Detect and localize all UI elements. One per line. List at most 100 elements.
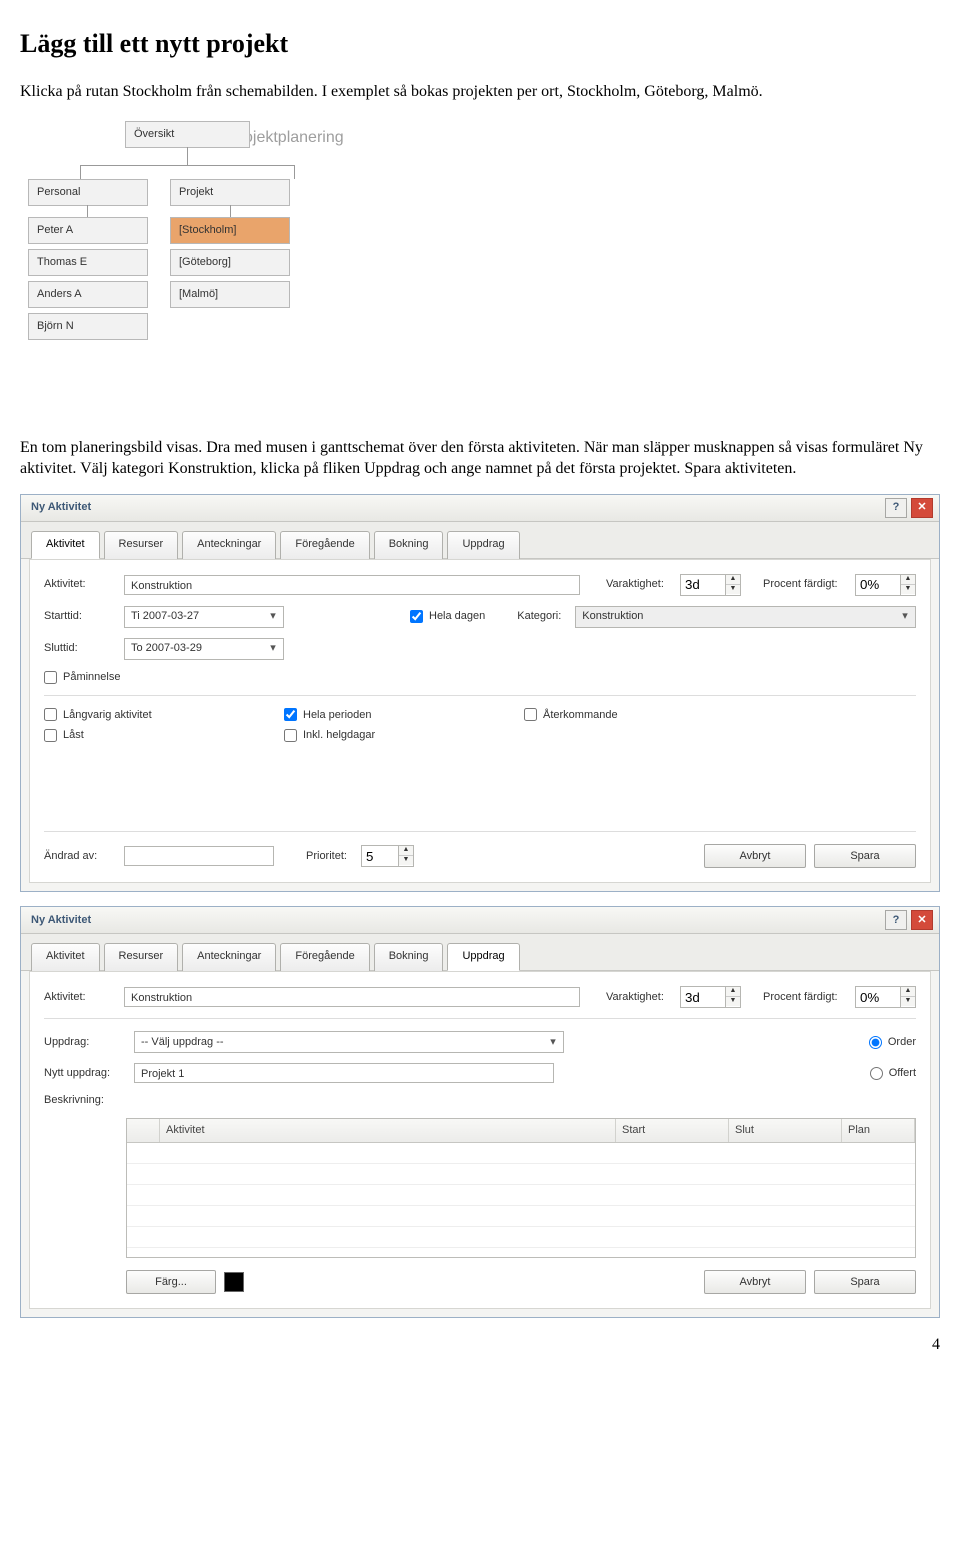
dialog-title: Ny Aktivitet (31, 500, 91, 515)
chevron-down-icon: ▾ (265, 641, 281, 656)
checkbox-paminnelse-input[interactable] (44, 671, 57, 684)
tab-uppdrag[interactable]: Uppdrag (447, 531, 519, 559)
tab-anteckningar[interactable]: Anteckningar (182, 531, 276, 559)
save-button[interactable]: Spara (814, 1270, 916, 1294)
checkbox-hela-dagen-input[interactable] (410, 610, 423, 623)
checkbox-last-input[interactable] (44, 729, 57, 742)
checkbox-hela-perioden-input[interactable] (284, 708, 297, 721)
tab-anteckningar[interactable]: Anteckningar (182, 943, 276, 971)
tab-aktivitet[interactable]: Aktivitet (31, 531, 100, 559)
checkbox-inkl-helg-input[interactable] (284, 729, 297, 742)
spinner-varaktighet-input[interactable] (680, 574, 726, 596)
page-number: 4 (20, 1334, 940, 1356)
checkbox-inkl-helg-label: Inkl. helgdagar (303, 728, 375, 743)
select-starttid-value: Ti 2007-03-27 (131, 609, 199, 624)
tab-resurser[interactable]: Resurser (104, 943, 179, 971)
separator (44, 695, 916, 696)
checkbox-hela-dagen[interactable]: Hela dagen (410, 609, 485, 624)
schema-item-malmo[interactable]: [Malmö] (170, 281, 290, 308)
checkbox-last-label: Låst (63, 728, 84, 743)
radio-order-input[interactable] (869, 1036, 882, 1049)
spinner-procent-input[interactable] (855, 986, 901, 1008)
spinner-down-icon[interactable]: ▼ (901, 585, 915, 594)
select-uppdrag[interactable]: -- Välj uppdrag -- ▾ (134, 1031, 564, 1053)
spinner-up-icon[interactable]: ▲ (399, 846, 413, 856)
checkbox-aterkommande[interactable]: Återkommande (524, 708, 674, 723)
radio-offert[interactable]: Offert (870, 1066, 916, 1081)
spinner-procent[interactable]: ▲▼ (855, 574, 916, 596)
save-button[interactable]: Spara (814, 844, 916, 868)
tab-bokning[interactable]: Bokning (374, 531, 444, 559)
spinner-varaktighet[interactable]: ▲▼ (680, 986, 741, 1008)
select-sluttid[interactable]: To 2007-03-29 ▾ (124, 638, 284, 660)
page-title: Lägg till ett nytt projekt (20, 26, 940, 61)
help-icon[interactable]: ? (885, 910, 907, 930)
spinner-up-icon[interactable]: ▲ (726, 987, 740, 997)
label-prioritet: Prioritet: (306, 849, 347, 864)
radio-offert-input[interactable] (870, 1067, 883, 1080)
table-row (127, 1206, 915, 1227)
radio-order-label: Order (888, 1035, 916, 1050)
label-beskrivning: Beskrivning: (44, 1093, 126, 1108)
tab-uppdrag[interactable]: Uppdrag (447, 943, 519, 971)
spinner-varaktighet[interactable]: ▲▼ (680, 574, 741, 596)
table: Aktivitet Start Slut Plan (126, 1118, 916, 1258)
close-icon[interactable]: ✕ (911, 910, 933, 930)
select-starttid[interactable]: Ti 2007-03-27 ▾ (124, 606, 284, 628)
th-aktivitet: Aktivitet (160, 1119, 616, 1142)
input-aktivitet[interactable]: Konstruktion (124, 987, 580, 1007)
spinner-down-icon[interactable]: ▼ (726, 997, 740, 1006)
spinner-up-icon[interactable]: ▲ (726, 575, 740, 585)
schema-col2-header: Projekt (170, 179, 290, 206)
close-icon[interactable]: ✕ (911, 498, 933, 518)
color-button[interactable]: Färg... (126, 1270, 216, 1294)
dialog-ny-aktivitet-2: Ny Aktivitet ? ✕ Aktivitet Resurser Ante… (20, 906, 940, 1318)
spinner-down-icon[interactable]: ▼ (726, 585, 740, 594)
label-varaktighet: Varaktighet: (606, 990, 672, 1005)
help-icon[interactable]: ? (885, 498, 907, 518)
spinner-up-icon[interactable]: ▲ (901, 575, 915, 585)
tab-resurser[interactable]: Resurser (104, 531, 179, 559)
tab-foregaende[interactable]: Föregående (280, 531, 369, 559)
label-procent: Procent färdigt: (763, 577, 847, 592)
checkbox-last[interactable]: Låst (44, 728, 194, 743)
input-nytt-uppdrag[interactable]: Projekt 1 (134, 1063, 554, 1083)
schema-line (230, 205, 231, 217)
dialog-tabs: Aktivitet Resurser Anteckningar Föregåen… (31, 530, 929, 558)
spinner-prioritet-input[interactable] (361, 845, 399, 867)
checkbox-langvarig[interactable]: Långvarig aktivitet (44, 708, 194, 723)
tab-aktivitet[interactable]: Aktivitet (31, 943, 100, 971)
spinner-down-icon[interactable]: ▼ (399, 856, 413, 865)
schema-item: Anders A (28, 281, 148, 308)
tab-foregaende[interactable]: Föregående (280, 943, 369, 971)
th-slut: Slut (729, 1119, 842, 1142)
chevron-down-icon: ▾ (545, 1035, 561, 1050)
spinner-up-icon[interactable]: ▲ (901, 987, 915, 997)
cancel-button[interactable]: Avbryt (704, 1270, 806, 1294)
cancel-button[interactable]: Avbryt (704, 844, 806, 868)
select-kategori[interactable]: Konstruktion ▾ (575, 606, 916, 628)
input-andrad-av[interactable] (124, 846, 274, 866)
checkbox-inkl-helg[interactable]: Inkl. helgdagar (284, 728, 434, 743)
checkbox-paminnelse[interactable]: Påminnelse (44, 670, 120, 685)
checkbox-hela-perioden[interactable]: Hela perioden (284, 708, 434, 723)
table-row (127, 1143, 915, 1164)
select-kategori-value: Konstruktion (582, 609, 643, 624)
label-procent: Procent färdigt: (763, 990, 847, 1005)
label-aktivitet: Aktivitet: (44, 577, 116, 592)
spinner-varaktighet-input[interactable] (680, 986, 726, 1008)
schema-item-stockholm[interactable]: [Stockholm] (170, 217, 290, 244)
tab-bokning[interactable]: Bokning (374, 943, 444, 971)
schema-col1-header: Personal (28, 179, 148, 206)
table-header: Aktivitet Start Slut Plan (127, 1119, 915, 1143)
checkbox-aterkommande-input[interactable] (524, 708, 537, 721)
input-aktivitet[interactable]: Konstruktion (124, 575, 580, 595)
dialog-ny-aktivitet-1: Ny Aktivitet ? ✕ Aktivitet Resurser Ante… (20, 494, 940, 892)
spinner-down-icon[interactable]: ▼ (901, 997, 915, 1006)
spinner-prioritet[interactable]: ▲▼ (361, 845, 414, 867)
schema-item-goteborg[interactable]: [Göteborg] (170, 249, 290, 276)
spinner-procent[interactable]: ▲▼ (855, 986, 916, 1008)
checkbox-langvarig-input[interactable] (44, 708, 57, 721)
radio-order[interactable]: Order (869, 1035, 916, 1050)
spinner-procent-input[interactable] (855, 574, 901, 596)
